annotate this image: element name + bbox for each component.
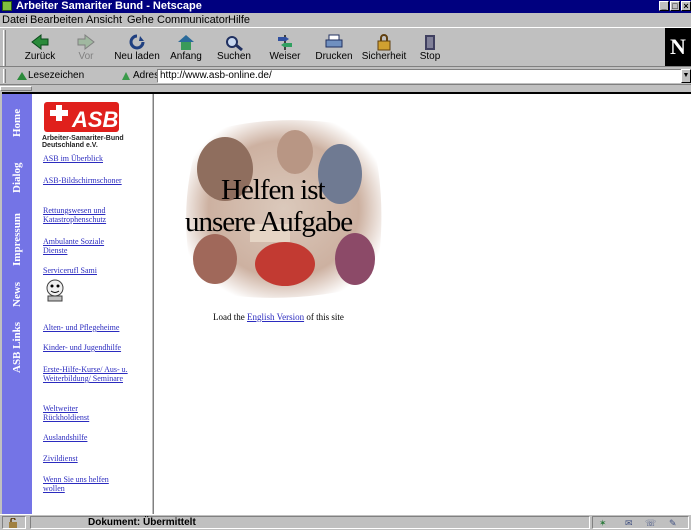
reload-button[interactable]: Neu laden	[113, 28, 161, 68]
link-erste-hilfe-kurse[interactable]: Erste-Hilfe-Kurse/ Aus- u. Weiterbildung…	[43, 365, 133, 383]
load-prefix-text: Load the	[213, 312, 245, 322]
link-rueckholdienst[interactable]: Weltweiter Rückholdienst	[43, 404, 113, 422]
nav-impressum[interactable]: Impressum	[2, 206, 32, 274]
composer-icon[interactable]: ✎	[669, 518, 677, 529]
link-alten-pflegeheime[interactable]: Alten- und Pflegeheime	[43, 323, 143, 332]
link-rettungswesen[interactable]: Rettungswesen und Katastrophenschutz	[43, 206, 123, 224]
location-bar: Lesezeichen Adresse: http://www.asb-onli…	[0, 67, 691, 85]
link-asb-bildschirmschoner[interactable]: ASB-Bildschirmschoner	[43, 176, 143, 185]
english-version-link[interactable]: English Version	[247, 312, 304, 322]
navigator-icon[interactable]: ✶	[599, 518, 607, 529]
address-icon	[122, 72, 130, 80]
status-text: Dokument: Übermittelt	[30, 516, 590, 529]
url-dropdown-button[interactable]: ▼	[681, 69, 691, 83]
forward-button[interactable]: Vor	[70, 28, 102, 68]
sami-mascot-icon[interactable]	[44, 278, 66, 302]
asb-logo-subtitle: Arbeiter-Samariter-Bund Deutschland e.V.	[42, 135, 124, 149]
toolbar-grip[interactable]	[3, 30, 6, 66]
browser-window: Arbeiter Samariter Bund - Netscape _ □ ×…	[0, 0, 691, 530]
link-ambulante-dienste[interactable]: Ambulante Soziale Dienste	[43, 237, 118, 255]
url-input[interactable]: http://www.asb-online.de/	[157, 69, 682, 83]
vertical-navigation: Home Dialog Impressum News ASB Links	[2, 94, 32, 514]
location-grip[interactable]	[3, 69, 6, 83]
component-bar: ✶ ✉ ☏ ✎	[592, 516, 689, 529]
netscape-logo[interactable]: N	[665, 28, 691, 66]
hero-headline-line2: unsere Aufgabe	[185, 206, 353, 238]
security-lock-icon	[377, 34, 391, 51]
menu-datei[interactable]: Datei	[2, 13, 28, 27]
print-button[interactable]: Drucken	[314, 28, 354, 68]
netscape-app-icon	[2, 1, 12, 11]
load-suffix-text: of this site	[306, 312, 344, 322]
link-zivildienst[interactable]: Zivildienst	[43, 454, 143, 463]
nav-home[interactable]: Home	[2, 98, 32, 148]
menu-bar: Datei Bearbeiten Ansicht Gehe Communicat…	[0, 13, 691, 27]
hero-headline-line1: Helfen ist	[221, 174, 326, 206]
security-status-icon[interactable]	[2, 516, 26, 529]
asb-logo-text: ASB	[71, 107, 119, 132]
nav-asb-links[interactable]: ASB Links	[2, 316, 32, 378]
home-icon	[178, 35, 194, 50]
nav-dialog[interactable]: Dialog	[2, 154, 32, 202]
guide-button[interactable]: Weiser	[266, 28, 304, 68]
menu-communicator[interactable]: Communicator	[157, 13, 229, 27]
link-auslandshilfe[interactable]: Auslandshilfe	[43, 433, 143, 442]
back-arrow-icon	[31, 33, 49, 51]
window-title: Arbeiter Samariter Bund - Netscape	[16, 0, 202, 12]
collapsed-toolbar-tab[interactable]	[0, 86, 32, 91]
print-icon	[325, 34, 343, 48]
discussion-icon[interactable]: ☏	[645, 518, 656, 529]
home-button[interactable]: Anfang	[168, 28, 204, 68]
title-bar[interactable]: Arbeiter Samariter Bund - Netscape _ □ ×	[0, 0, 691, 13]
security-button[interactable]: Sicherheit	[361, 28, 407, 68]
guide-icon	[278, 35, 292, 50]
status-bar: Dokument: Übermittelt ✶ ✉ ☏ ✎	[0, 514, 691, 530]
nav-news[interactable]: News	[2, 274, 32, 314]
bookmarks-icon	[17, 72, 27, 80]
stop-icon	[425, 35, 435, 50]
navigation-toolbar: Zurück Vor Neu laden Anfang Suchen Weise…	[0, 27, 691, 67]
bookmarks-button[interactable]: Lesezeichen	[28, 70, 84, 81]
link-helfen[interactable]: Wenn Sie uns helfen wollen	[43, 475, 118, 493]
asb-subtitle-line2: Deutschland e.V.	[42, 142, 98, 149]
left-navigation-frame: ASB Arbeiter-Samariter-Bund Deutschland …	[32, 94, 151, 514]
asb-subtitle-line1: Arbeiter-Samariter-Bund	[42, 135, 124, 142]
reload-icon	[129, 34, 145, 50]
menu-gehe[interactable]: Gehe	[127, 13, 154, 27]
menu-hilfe[interactable]: Hilfe	[228, 13, 250, 27]
back-button[interactable]: Zurück	[22, 28, 58, 68]
mail-icon[interactable]: ✉	[625, 518, 633, 529]
maximize-button[interactable]: □	[670, 1, 680, 11]
link-serviceruf-sami[interactable]: Servicerufl Sami	[43, 266, 143, 275]
close-button[interactable]: ×	[681, 1, 691, 11]
menu-bearbeiten[interactable]: Bearbeiten	[30, 13, 83, 27]
asb-logo[interactable]: ASB	[44, 102, 119, 132]
link-asb-im-ueberblick[interactable]: ASB im Überblick	[43, 154, 143, 163]
forward-arrow-icon	[77, 33, 95, 51]
link-kinder-jugendhilfe[interactable]: Kinder- und Jugendhilfe	[43, 343, 143, 352]
search-button[interactable]: Suchen	[215, 28, 253, 68]
main-frame: Helfen ist unsere Aufgabe Load the Engli…	[154, 94, 691, 514]
open-lock-icon	[9, 518, 17, 528]
english-version-line: Load the English Version of this site	[213, 312, 344, 322]
stop-button[interactable]: Stop	[416, 28, 444, 68]
minimize-button[interactable]: _	[659, 1, 669, 11]
toolbar-tab-strip[interactable]	[0, 85, 691, 92]
search-icon	[226, 36, 243, 51]
menu-ansicht[interactable]: Ansicht	[86, 13, 122, 27]
